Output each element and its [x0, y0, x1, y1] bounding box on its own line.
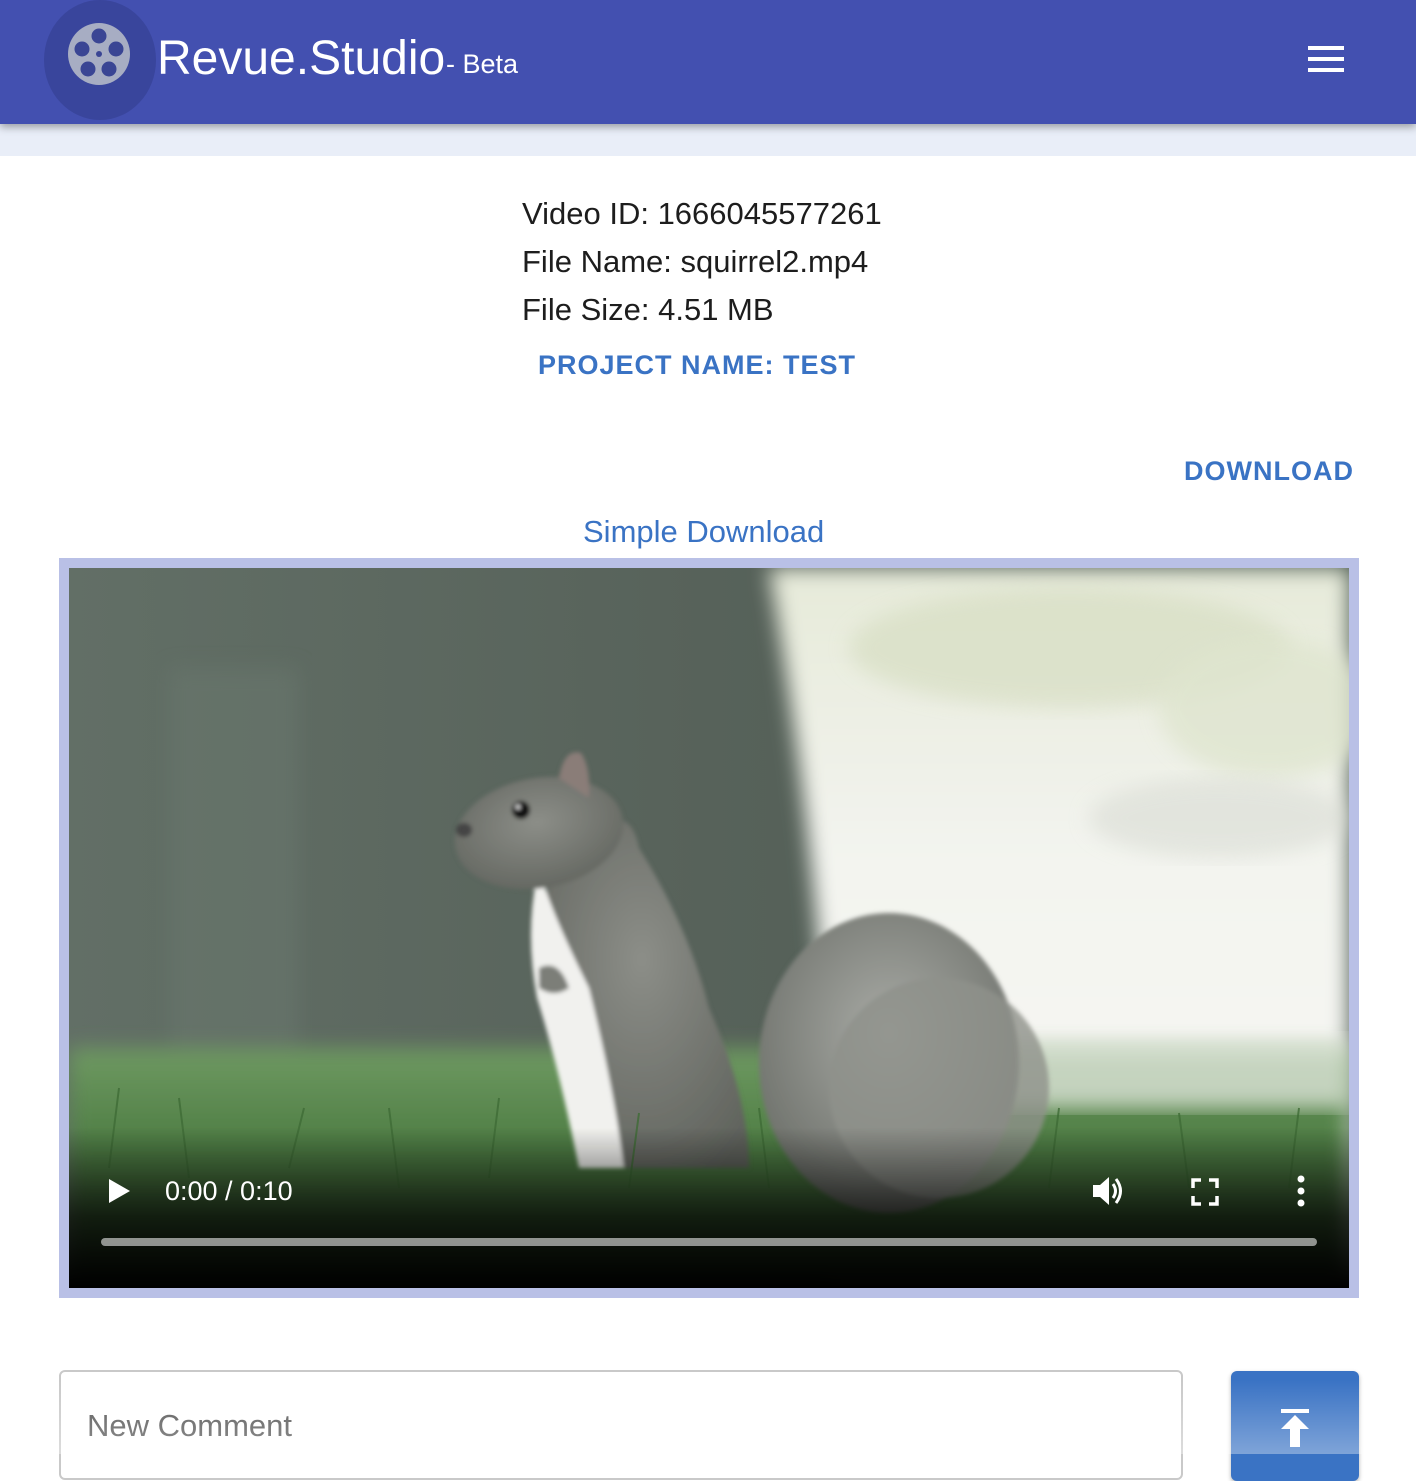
hamburger-menu-icon[interactable] — [1298, 40, 1354, 80]
video-id: Video ID: 1666045577261 — [522, 196, 882, 231]
comment-field[interactable] — [59, 1370, 1183, 1480]
volume-icon[interactable] — [1091, 1174, 1127, 1208]
app-bar: Revue.Studio - Beta — [0, 0, 1416, 124]
simple-download-link[interactable]: Simple Download — [583, 514, 824, 550]
file-name: File Name: squirrel2.mp4 — [522, 244, 869, 279]
video-player[interactable]: 0:00 / 0:10 — [69, 568, 1349, 1288]
time-display: 0:00 / 0:10 — [165, 1176, 293, 1206]
file-size: File Size: 4.51 MB — [522, 292, 774, 327]
video-frame: 0:00 / 0:10 — [59, 558, 1359, 1298]
comment-input[interactable] — [87, 1402, 1147, 1450]
video-info: Video ID: 1666045577261 File Name: squir… — [522, 190, 882, 334]
film-reel-icon[interactable] — [67, 22, 131, 86]
progress-bar[interactable] — [101, 1238, 1317, 1246]
controls-overlay — [69, 1128, 1349, 1288]
fullscreen-icon[interactable] — [1191, 1178, 1219, 1206]
download-button[interactable]: DOWNLOAD — [1184, 456, 1354, 487]
more-options-icon[interactable] — [1289, 1174, 1313, 1208]
upload-icon — [1281, 1409, 1309, 1447]
play-icon[interactable] — [107, 1178, 131, 1204]
beta-label: - Beta — [446, 49, 519, 79]
submit-comment-button[interactable] — [1231, 1371, 1359, 1481]
project-name-link[interactable]: PROJECT NAME: TEST — [538, 350, 856, 381]
app-title[interactable]: Revue.Studio — [157, 30, 445, 88]
subheader-band — [0, 124, 1416, 156]
